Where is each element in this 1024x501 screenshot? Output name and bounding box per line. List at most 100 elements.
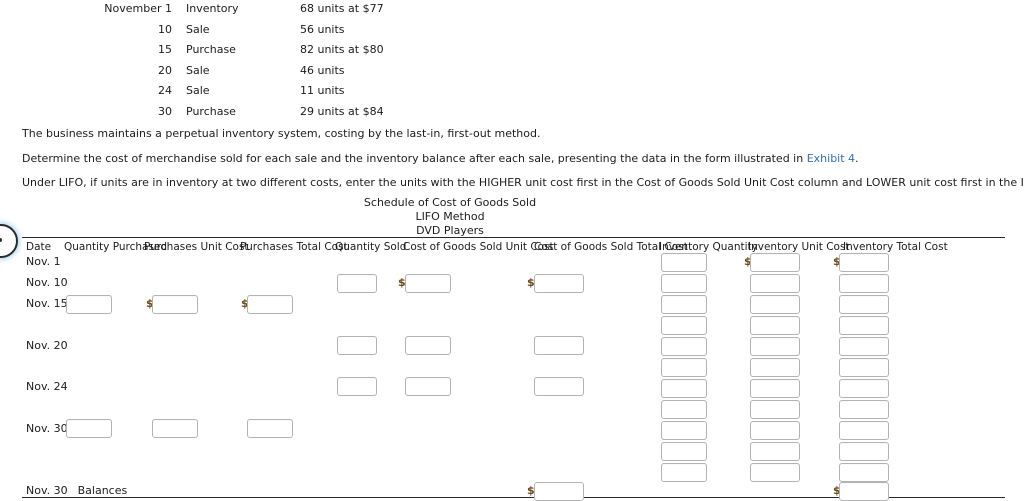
- input-inventory-total-cost-7[interactable]: [839, 379, 889, 398]
- schedule-title-line-3: DVD Players: [416, 224, 484, 237]
- input-inventory-quantity-9[interactable]: [661, 421, 707, 440]
- row-label-nov-30: Nov. 30: [26, 422, 68, 435]
- input-inventory-quantity-10[interactable]: [661, 442, 707, 461]
- table-top-rule: [22, 237, 1005, 238]
- transaction-type: Sale: [186, 84, 210, 98]
- input-balances-inventory-total-cost[interactable]: [839, 482, 889, 501]
- input-cogs-total-cost-nov-20[interactable]: [534, 336, 584, 355]
- row-label-nov-24: Nov. 24: [26, 380, 68, 393]
- input-purchases-unit-cost-nov-30[interactable]: [152, 419, 198, 438]
- input-inventory-total-cost-11[interactable]: [839, 463, 889, 482]
- input-cogs-total-cost-nov-10[interactable]: [534, 274, 584, 293]
- instruction-paragraph-3: Under LIFO, if units are in inventory at…: [22, 176, 1024, 189]
- input-inventory-quantity-5[interactable]: [661, 337, 707, 356]
- input-inventory-unit-cost-3[interactable]: [750, 295, 800, 314]
- input-quantity-sold-nov-24[interactable]: [337, 377, 377, 396]
- input-inventory-quantity-4[interactable]: [661, 316, 707, 335]
- input-cogs-total-cost-nov-24[interactable]: [534, 377, 584, 396]
- instruction-text-tail: .: [855, 152, 859, 165]
- transaction-row: 10 Sale 56 units: [0, 21, 1024, 42]
- transaction-description: 56 units: [300, 22, 345, 36]
- input-inventory-unit-cost-4[interactable]: [750, 316, 800, 335]
- column-header-inventory-total-cost: Inventory Total Cost: [843, 241, 948, 253]
- transaction-type: Purchase: [186, 43, 236, 57]
- input-inventory-total-cost-9[interactable]: [839, 421, 889, 440]
- column-header-cogs-unit-cost: Cost of Goods Sold Unit Cost: [403, 241, 554, 253]
- row-label-nov-20: Nov. 20: [26, 339, 68, 352]
- input-inventory-unit-cost-2[interactable]: [750, 274, 800, 293]
- input-inventory-quantity-7[interactable]: [661, 379, 707, 398]
- transaction-description: 29 units at $84: [300, 104, 384, 118]
- input-inventory-quantity-1[interactable]: [661, 253, 707, 272]
- instruction-paragraph-2: Determine the cost of merchandise sold f…: [22, 152, 859, 165]
- input-purchases-total-cost-nov-30[interactable]: [247, 419, 293, 438]
- input-quantity-sold-nov-20[interactable]: [337, 336, 377, 355]
- input-inventory-total-cost-4[interactable]: [839, 316, 889, 335]
- input-inventory-quantity-8[interactable]: [661, 400, 707, 419]
- schedule-title-line-1: Schedule of Cost of Goods Sold: [363, 196, 537, 209]
- input-quantity-sold-nov-10[interactable]: [337, 274, 377, 293]
- input-quantity-purchased-nov-15[interactable]: [66, 295, 112, 314]
- transaction-row: November 1 Inventory 68 units at $77: [0, 0, 1024, 21]
- input-cogs-unit-cost-nov-24[interactable]: [405, 377, 451, 396]
- transaction-description: 68 units at $77: [300, 2, 384, 15]
- transaction-list: November 1 Inventory 68 units at $77 10 …: [0, 0, 1024, 124]
- input-inventory-quantity-2[interactable]: [661, 274, 707, 293]
- transaction-row: 30 Purchase 29 units at $84: [0, 103, 1024, 124]
- input-inventory-unit-cost-11[interactable]: [750, 463, 800, 482]
- exhibit-4-link[interactable]: Exhibit 4: [807, 152, 855, 165]
- input-inventory-quantity-11[interactable]: [661, 463, 707, 482]
- transaction-date: 30: [158, 104, 172, 118]
- row-label-balances: Nov. 30 Balances: [26, 484, 127, 497]
- transaction-row: 20 Sale 46 units: [0, 62, 1024, 83]
- row-label-nov-10: Nov. 10: [26, 276, 68, 289]
- input-inventory-unit-cost-8[interactable]: [750, 400, 800, 419]
- balances-text: Balances: [77, 484, 128, 497]
- input-inventory-unit-cost-9[interactable]: [750, 421, 800, 440]
- column-header-date: Date: [26, 241, 52, 253]
- input-inventory-unit-cost-10[interactable]: [750, 442, 800, 461]
- column-header-inventory-unit-cost: Inventory Unit Cost: [748, 241, 850, 253]
- input-inventory-total-cost-8[interactable]: [839, 400, 889, 419]
- input-inventory-total-cost-1[interactable]: [839, 253, 889, 272]
- column-header-purchases-total-cost: Purchases Total Cost: [240, 241, 348, 253]
- transaction-description: 46 units: [300, 63, 345, 77]
- input-balances-cogs-total-cost[interactable]: [534, 482, 584, 501]
- input-inventory-total-cost-2[interactable]: [839, 274, 889, 293]
- input-cogs-unit-cost-nov-10[interactable]: [405, 274, 451, 293]
- transaction-type: Sale: [186, 63, 210, 77]
- transaction-description: 82 units at $80: [300, 43, 384, 57]
- column-header-inventory-quantity: Inventory Quantity: [659, 241, 758, 253]
- column-header-purchases-unit-cost: Purchases Unit Cost: [144, 241, 249, 253]
- input-inventory-total-cost-6[interactable]: [839, 358, 889, 377]
- input-inventory-total-cost-3[interactable]: [839, 295, 889, 314]
- input-inventory-unit-cost-5[interactable]: [750, 337, 800, 356]
- input-purchases-total-cost-nov-15[interactable]: [247, 295, 293, 314]
- transaction-row: 15 Purchase 82 units at $80: [0, 41, 1024, 62]
- transaction-row: 24 Sale 11 units: [0, 82, 1024, 103]
- input-inventory-unit-cost-7[interactable]: [750, 379, 800, 398]
- row-label-nov-1: Nov. 1: [26, 255, 61, 268]
- transaction-date: 10: [158, 22, 172, 36]
- instruction-text: Determine the cost of merchandise sold f…: [22, 152, 807, 165]
- input-inventory-quantity-3[interactable]: [661, 295, 707, 314]
- input-inventory-total-cost-10[interactable]: [839, 442, 889, 461]
- balances-date: Nov. 30: [26, 484, 68, 497]
- transaction-date: 24: [158, 84, 172, 98]
- input-inventory-total-cost-5[interactable]: [839, 337, 889, 356]
- transaction-date: 20: [158, 63, 172, 77]
- column-header-quantity-sold: Quantity Sold: [335, 241, 407, 253]
- input-quantity-purchased-nov-30[interactable]: [66, 419, 112, 438]
- input-cogs-unit-cost-nov-20[interactable]: [405, 336, 451, 355]
- transaction-type: Inventory: [186, 2, 239, 15]
- row-label-nov-15: Nov. 15: [26, 297, 68, 310]
- transaction-date: 15: [158, 43, 172, 57]
- schedule-title-line-2: LIFO Method: [415, 210, 485, 223]
- input-purchases-unit-cost-nov-15[interactable]: [152, 295, 198, 314]
- input-inventory-unit-cost-1[interactable]: [750, 253, 800, 272]
- transaction-type: Purchase: [186, 104, 236, 118]
- transaction-type: Sale: [186, 22, 210, 36]
- instruction-paragraph-1: The business maintains a perpetual inven…: [22, 127, 541, 140]
- input-inventory-quantity-6[interactable]: [661, 358, 707, 377]
- input-inventory-unit-cost-6[interactable]: [750, 358, 800, 377]
